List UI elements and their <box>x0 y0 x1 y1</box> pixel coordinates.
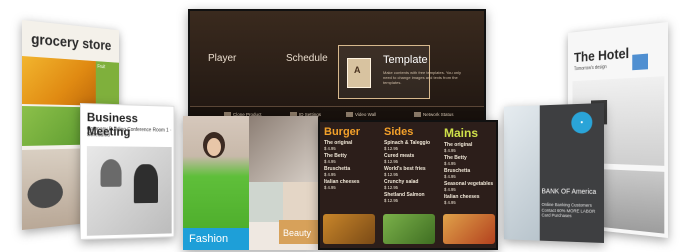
grocery-title: grocery store <box>31 30 112 55</box>
hotel-subtitle: Tomorrow's design <box>574 64 607 73</box>
business-subtitle: Company Building Conference Room 1 · Sch… <box>86 126 172 139</box>
menu-column-mains: Mains The original $ 4.95 The Betty $ 4.95… <box>440 126 496 248</box>
menu-column-sides: Sides Spinach & Taleggio $ 12.95 Cured me… <box>380 126 438 248</box>
burger-photo <box>323 214 375 244</box>
bank-text: Online Banking Customers Contact 60% MOR… <box>541 202 596 219</box>
fashion-photo-left <box>249 182 283 222</box>
menu-item: The Betty $ 4.95 <box>324 154 378 165</box>
menu-template-label: Template <box>383 54 428 66</box>
bank-template[interactable]: ● BANK OF America Online Banking Custome… <box>503 103 604 243</box>
fashion-template[interactable]: Fashion Beauty <box>183 116 318 250</box>
video-wall-item[interactable]: Video Wall <box>346 112 377 118</box>
menu-item: Seasonal vegetables $ 4.95 <box>444 182 496 193</box>
menu-player-label: Player <box>208 53 237 64</box>
menu-item: Italian cheeses $ 4.95 <box>324 180 378 191</box>
pizza-photo <box>443 214 495 244</box>
menu-item: Crunchy salad $ 12.95 <box>384 180 438 191</box>
menu-item-price: $ 12.95 <box>384 198 398 203</box>
video-wall-label: Video Wall <box>355 112 377 117</box>
fruit-tag: Fruit <box>97 64 106 71</box>
oranges-photo <box>22 56 96 106</box>
menu-item-price: $ 4.95 <box>444 174 456 179</box>
video-wall-icon <box>346 112 353 118</box>
fashion-photo-top <box>249 116 318 182</box>
menu-item-price: $ 4.95 <box>444 161 456 166</box>
menu-item: Shetland Salmon $ 12.95 <box>384 193 438 204</box>
menu-heading: Sides <box>384 126 414 138</box>
main-display: Player Schedule A Template Make contents… <box>188 9 486 127</box>
menu-item-price: $ 4.95 <box>324 172 336 177</box>
menu-item-price: $ 4.95 <box>324 185 336 190</box>
menu-item-price: $ 4.95 <box>324 146 336 151</box>
menu-item-price: $ 12.95 <box>384 159 398 164</box>
menu-item: The original $ 4.95 <box>324 141 378 152</box>
menu-template[interactable]: A Template Make contents with free templ… <box>338 45 461 99</box>
bank-photo <box>503 105 540 241</box>
menu-item: Italian cheeses $ 4.95 <box>444 195 496 206</box>
menu-item-price: $ 4.95 <box>324 159 336 164</box>
hotel-logo-image <box>632 53 649 71</box>
menu-board-template[interactable]: Burger The original $ 4.95 The Betty $ 4.9… <box>318 120 498 250</box>
person-image <box>133 164 158 204</box>
menu-item: Cured meats $ 12.95 <box>384 154 438 165</box>
menu-item: Bruschetta $ 4.95 <box>444 169 496 180</box>
menu-item-price: $ 12.95 <box>384 185 398 190</box>
hotel-title: The Hotel <box>574 45 630 66</box>
menu-item-price: $ 12.95 <box>384 146 398 151</box>
menu-item-price: $ 4.95 <box>444 187 456 192</box>
person-image <box>100 159 122 187</box>
menu-column-burger: Burger The original $ 4.95 The Betty $ 4.9… <box>320 126 378 248</box>
network-status-label: Network Status <box>423 112 454 117</box>
menu-schedule-label: Schedule <box>286 53 328 64</box>
menu-template-description: Make contents with free templates. You o… <box>383 70 462 85</box>
menu-player[interactable]: Player <box>208 45 298 97</box>
menu-heading: Burger <box>324 126 361 138</box>
menu-item-price: $ 4.95 <box>444 200 456 205</box>
menu-item: The original $ 4.95 <box>444 143 496 154</box>
menu-item: The Betty $ 4.95 <box>444 156 496 167</box>
business-meeting-template[interactable]: Business Meeting Company Building Confer… <box>80 103 175 240</box>
fashion-photo-right <box>283 182 318 222</box>
menu-heading: Mains <box>444 126 479 140</box>
menu-item: Spinach & Taleggio $ 12.95 <box>384 141 438 152</box>
network-icon <box>414 112 421 118</box>
salad-photo <box>383 214 435 244</box>
fashion-label: Fashion <box>183 228 249 250</box>
template-icon: A <box>347 58 371 88</box>
menu-item-price: $ 12.95 <box>384 172 398 177</box>
bank-title: BANK OF America <box>541 188 597 196</box>
meeting-photo <box>86 146 172 236</box>
menu-item: Bruschetta $ 4.95 <box>324 167 378 178</box>
network-status-item[interactable]: Network Status <box>414 112 454 118</box>
menu-item-price: $ 4.95 <box>444 148 456 153</box>
beauty-label: Beauty <box>279 220 318 244</box>
model-face <box>207 138 221 156</box>
menu-item: World's best fries $ 12.95 <box>384 167 438 178</box>
